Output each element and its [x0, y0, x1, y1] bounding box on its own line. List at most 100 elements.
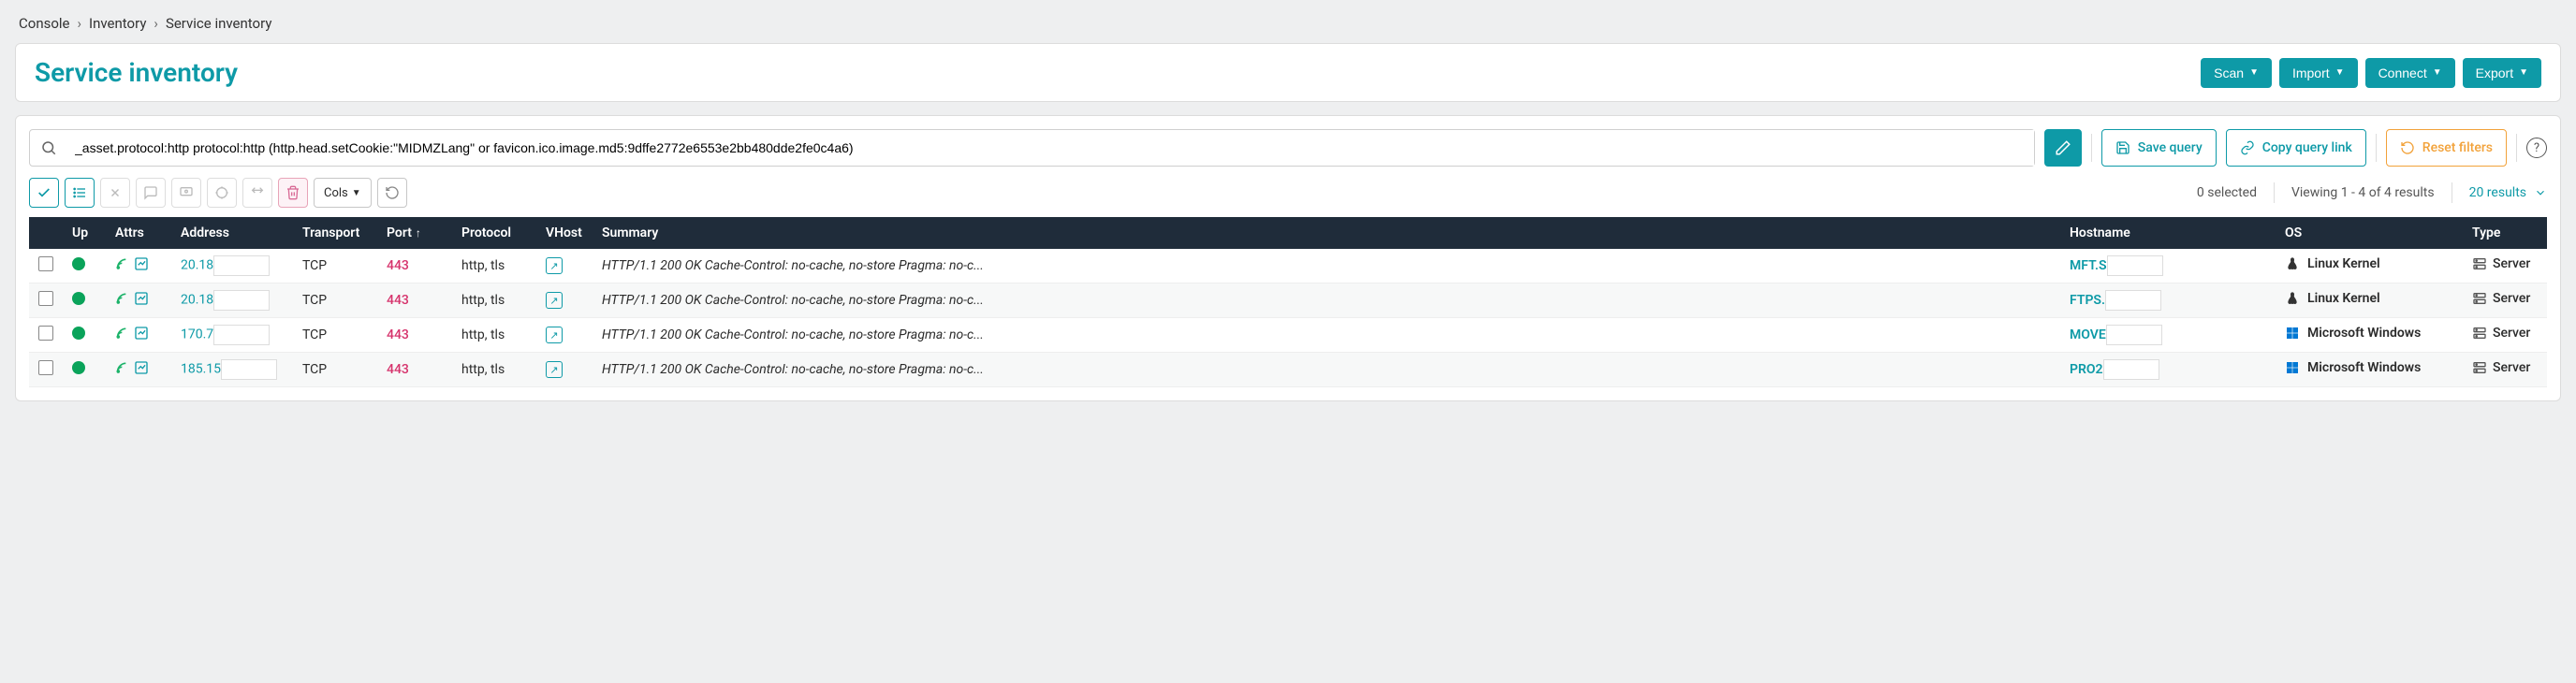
merge-button[interactable] [242, 178, 272, 208]
col-vhost[interactable]: VHost [536, 217, 593, 249]
toolbar-row: Cols ▼ 0 selected Viewing 1 - 4 of 4 res… [29, 178, 2547, 208]
caret-down-icon: ▼ [352, 188, 361, 198]
table-row[interactable]: 20.18 TCP 443 http, tls ↗ HTTP/1.1 200 O… [29, 249, 2547, 283]
server-icon [2472, 326, 2487, 341]
row-checkbox[interactable] [38, 256, 53, 271]
selected-count: 0 selected [2197, 185, 2257, 200]
content-panel: Save query Copy query link Reset filters… [15, 115, 2561, 401]
pagesize-dropdown[interactable]: 20 results [2469, 185, 2547, 200]
chart-icon [134, 360, 149, 375]
status-up-icon [72, 361, 85, 374]
windows-icon [2285, 360, 2300, 375]
refresh-icon [385, 185, 400, 200]
import-button[interactable]: Import▼ [2279, 58, 2358, 88]
server-icon [2472, 256, 2487, 271]
hostname-link[interactable]: MFT.S [2070, 258, 2107, 273]
rescan-button[interactable] [207, 178, 237, 208]
col-type[interactable]: Type [2463, 217, 2547, 249]
redacted [2105, 290, 2161, 311]
hostname-link[interactable]: MOVE [2070, 327, 2106, 342]
export-button[interactable]: Export▼ [2463, 58, 2541, 88]
screenshot-button[interactable] [171, 178, 201, 208]
save-query-button[interactable]: Save query [2101, 129, 2217, 167]
windows-icon [2285, 326, 2300, 341]
comment-button[interactable] [136, 178, 166, 208]
crumb-service-inventory[interactable]: Service inventory [166, 15, 271, 32]
search-field[interactable] [29, 129, 2035, 167]
transport-cell: TCP [293, 353, 377, 387]
table-row[interactable]: 20.18 TCP 443 http, tls ↗ HTTP/1.1 200 O… [29, 283, 2547, 318]
table-row[interactable]: 170.7 TCP 443 http, tls ↗ HTTP/1.1 200 O… [29, 318, 2547, 353]
redacted [213, 255, 270, 276]
row-checkbox[interactable] [38, 291, 53, 306]
open-vhost-button[interactable]: ↗ [546, 257, 563, 274]
server-icon [2472, 360, 2487, 375]
col-attrs[interactable]: Attrs [106, 217, 171, 249]
col-up[interactable]: Up [63, 217, 106, 249]
chart-icon [134, 291, 149, 306]
refresh-button[interactable] [377, 178, 407, 208]
open-vhost-button[interactable]: ↗ [546, 327, 563, 343]
redacted [221, 359, 277, 380]
crumb-console[interactable]: Console [19, 15, 70, 32]
server-icon [2472, 291, 2487, 306]
col-hostname[interactable]: Hostname [2060, 217, 2276, 249]
caret-down-icon: ▼ [2519, 67, 2528, 78]
protocol-cell: http, tls [452, 353, 536, 387]
edit-query-button[interactable] [2044, 129, 2082, 167]
col-transport[interactable]: Transport [293, 217, 377, 249]
table-row[interactable]: 185.15 TCP 443 http, tls ↗ HTTP/1.1 200 … [29, 353, 2547, 387]
link-icon [2240, 140, 2255, 155]
status-up-icon [72, 292, 85, 305]
hostname-link[interactable]: FTPS. [2070, 293, 2105, 308]
col-port[interactable]: Port↑ [377, 217, 452, 249]
address-link[interactable]: 20.18 [181, 293, 213, 308]
col-summary[interactable]: Summary [593, 217, 2060, 249]
chart-icon [134, 256, 149, 271]
caret-down-icon: ▼ [2433, 67, 2442, 78]
page-header: Service inventory Scan▼ Import▼ Connect▼… [15, 43, 2561, 102]
columns-button[interactable]: Cols ▼ [314, 178, 372, 208]
select-all-button[interactable] [29, 178, 59, 208]
col-os[interactable]: OS [2276, 217, 2463, 249]
col-address[interactable]: Address [171, 217, 293, 249]
copy-query-link-button[interactable]: Copy query link [2226, 129, 2366, 167]
hostname-link[interactable]: PRO2 [2070, 362, 2103, 377]
sort-asc-icon: ↑ [416, 226, 421, 240]
connect-button[interactable]: Connect▼ [2365, 58, 2455, 88]
scan-button[interactable]: Scan▼ [2201, 58, 2272, 88]
os-cell: Microsoft Windows [2285, 360, 2421, 375]
list-view-button[interactable] [65, 178, 95, 208]
row-checkbox[interactable] [38, 326, 53, 341]
divider [2516, 134, 2517, 162]
os-cell: Linux Kernel [2285, 291, 2380, 306]
redacted [213, 290, 270, 311]
address-link[interactable]: 170.7 [181, 327, 213, 342]
redacted [2103, 359, 2159, 380]
protocol-cell: http, tls [452, 283, 536, 318]
row-checkbox[interactable] [38, 360, 53, 375]
linux-icon [2285, 256, 2300, 271]
help-icon[interactable]: ? [2526, 138, 2547, 158]
protocol-cell: http, tls [452, 318, 536, 353]
search-input[interactable] [67, 130, 2034, 166]
query-row: Save query Copy query link Reset filters… [29, 129, 2547, 167]
redacted [2106, 325, 2162, 345]
trash-icon [285, 185, 300, 200]
delete-button[interactable] [278, 178, 308, 208]
clear-button[interactable] [100, 178, 130, 208]
address-link[interactable]: 185.15 [181, 362, 221, 377]
toolbar-right: 0 selected Viewing 1 - 4 of 4 results 20… [2197, 182, 2547, 203]
col-protocol[interactable]: Protocol [452, 217, 536, 249]
summary-cell: HTTP/1.1 200 OK Cache-Control: no-cache,… [602, 362, 1070, 377]
transport-cell: TCP [293, 283, 377, 318]
address-link[interactable]: 20.18 [181, 258, 213, 273]
open-vhost-button[interactable]: ↗ [546, 361, 563, 378]
summary-cell: HTTP/1.1 200 OK Cache-Control: no-cache,… [602, 258, 1070, 273]
signal-icon [115, 256, 130, 271]
reset-filters-button[interactable]: Reset filters [2386, 129, 2507, 167]
reset-icon [2400, 140, 2415, 155]
crumb-inventory[interactable]: Inventory [89, 15, 146, 32]
open-vhost-button[interactable]: ↗ [546, 292, 563, 309]
summary-cell: HTTP/1.1 200 OK Cache-Control: no-cache,… [602, 293, 1070, 308]
